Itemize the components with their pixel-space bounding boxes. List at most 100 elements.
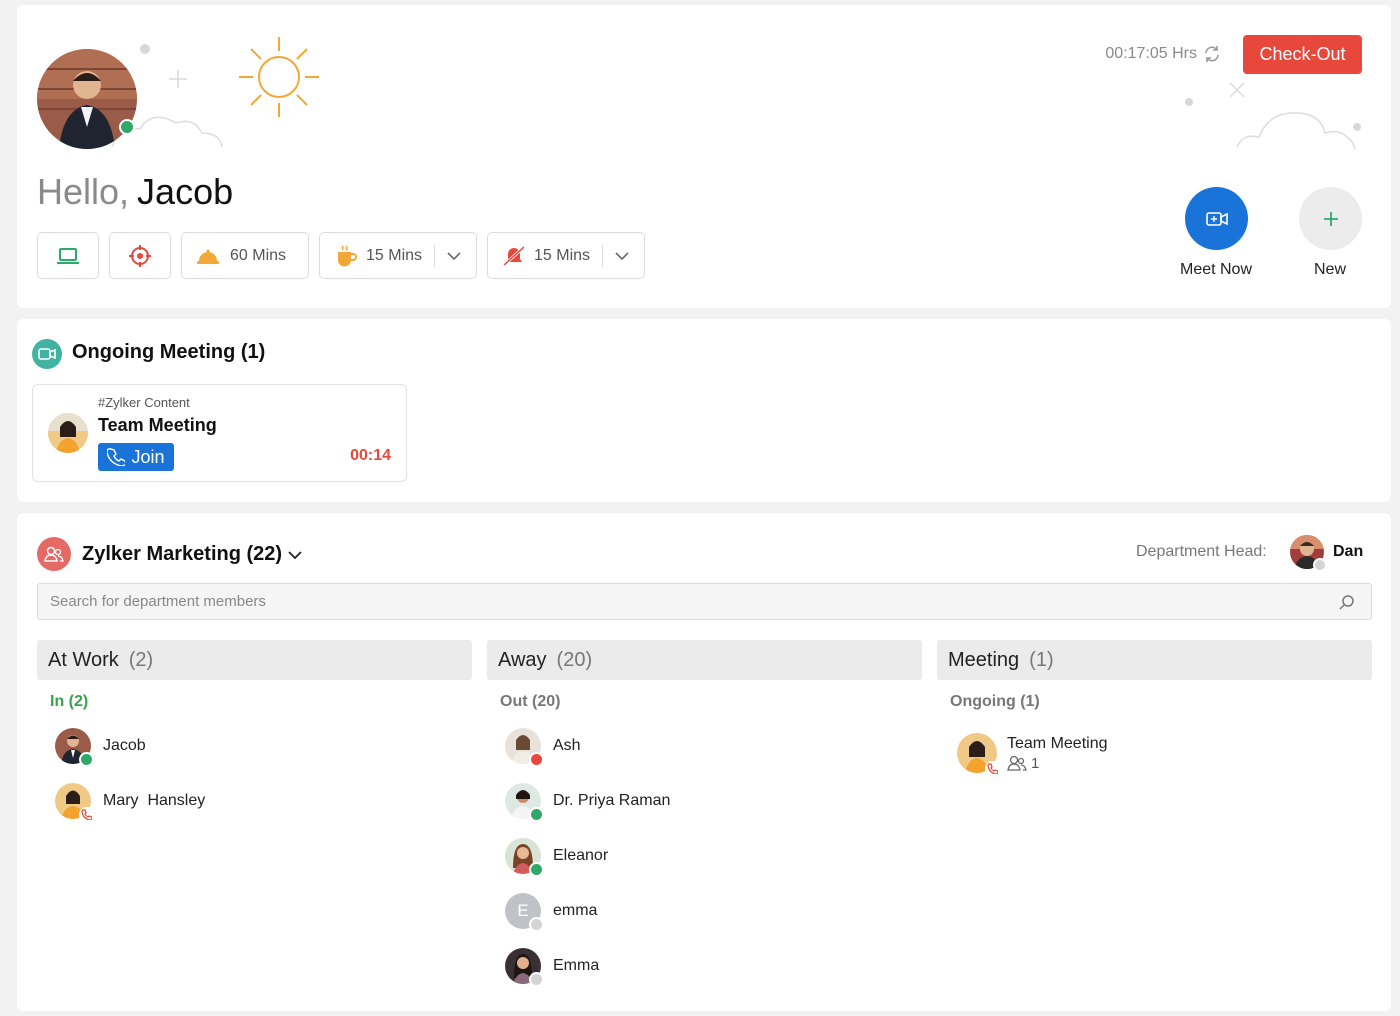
meeting-list-item[interactable]: Team Meeting 1 — [957, 733, 1108, 776]
dnd-duration: 15 Mins — [534, 246, 591, 264]
online-status-dot — [529, 862, 544, 877]
meeting-item-title: Team Meeting — [1007, 734, 1108, 752]
member-avatar: E — [505, 893, 544, 932]
department-head-name: Dan — [1333, 543, 1364, 560]
search-icon[interactable] — [1339, 594, 1355, 610]
meeting-channel: #Zylker Content — [98, 395, 190, 410]
coffee-icon — [338, 244, 357, 266]
join-button[interactable]: Join — [98, 443, 174, 471]
offline-status-dot — [529, 917, 544, 932]
meeting-column-header: Meeting (1) — [937, 640, 1372, 680]
user-avatar[interactable] — [37, 49, 137, 149]
member-avatar — [55, 728, 94, 767]
member-name: Eleanor — [553, 847, 609, 864]
user-name: Jacob — [137, 171, 234, 212]
participant-count: 1 — [1031, 754, 1040, 772]
member-avatar — [505, 728, 544, 767]
video-camera-icon — [32, 339, 62, 369]
lunch-icon — [197, 249, 219, 264]
new-label: New — [1313, 261, 1346, 278]
chevron-down-icon[interactable] — [447, 251, 461, 261]
member-avatar — [55, 783, 94, 822]
member-item-mary-hansley[interactable]: Mary Hansley — [55, 781, 206, 822]
member-item-eleanor[interactable]: Eleanor — [505, 836, 609, 877]
member-name: Emma — [553, 957, 600, 974]
department-head-label: Department Head: — [1136, 543, 1267, 560]
ongoing-subheader: Ongoing (1) — [950, 693, 1040, 710]
department-section: Zylker Marketing (22) Department Head: D… — [17, 513, 1391, 1011]
laptop-icon — [57, 247, 79, 264]
meet-now-button[interactable] — [1185, 187, 1248, 250]
in-subheader: In (2) — [50, 693, 89, 710]
coffee-break-button[interactable]: 15 Mins — [319, 232, 477, 279]
at-work-column-header: At Work (2) — [37, 640, 472, 680]
greeting: Hello, Jacob — [37, 171, 233, 213]
in-call-status-icon — [985, 761, 1000, 776]
check-out-button[interactable]: Check-Out — [1243, 35, 1362, 74]
phone-icon — [107, 448, 126, 466]
department-title: Zylker Marketing (22) — [82, 543, 283, 565]
member-name: Mary Hansley — [103, 792, 206, 809]
member-name: Dr. Priya Raman — [553, 792, 671, 809]
lunch-break-button[interactable]: 60 Mins — [181, 232, 309, 279]
member-name: Ash — [553, 737, 581, 754]
member-item-emma[interactable]: Emma — [505, 946, 600, 987]
at-work-label: At Work — [48, 648, 119, 671]
away-label: Away — [498, 648, 547, 671]
in-call-status-icon — [79, 807, 94, 822]
location-button[interactable] — [109, 232, 171, 279]
offline-status-dot — [1313, 558, 1327, 572]
meeting-host-avatar — [48, 413, 88, 453]
meeting-avatar — [957, 733, 1000, 776]
refresh-icon[interactable] — [1203, 45, 1221, 63]
chevron-down-icon — [288, 550, 302, 559]
work-timer: 00:17:05 Hrs — [1105, 45, 1221, 63]
department-head-avatar[interactable] — [1290, 535, 1327, 572]
member-avatar — [505, 783, 544, 822]
lunch-duration: 60 Mins — [230, 246, 287, 264]
meeting-title: Team Meeting — [98, 415, 217, 435]
member-item-dr-priya-raman[interactable]: Dr. Priya Raman — [505, 781, 671, 822]
new-button[interactable] — [1299, 187, 1362, 250]
out-subheader: Out (20) — [500, 693, 561, 710]
away-count: (20) — [556, 648, 593, 671]
profile-card: Hello, Jacob 60 Mins 15 Mins 15 Mins 00:1… — [17, 5, 1391, 308]
away-column-header: Away (20) — [487, 640, 922, 680]
target-icon — [129, 244, 151, 267]
plus-icon — [1323, 211, 1338, 226]
at-work-count: (2) — [128, 648, 154, 671]
department-icon — [37, 537, 71, 571]
meeting-card[interactable]: #Zylker Content Team Meeting Join 00:14 — [32, 384, 407, 482]
weather-decoration — [111, 37, 1361, 150]
coffee-duration: 15 Mins — [366, 246, 423, 264]
meeting-label: Meeting — [948, 648, 1020, 671]
chevron-down-icon[interactable] — [615, 251, 629, 261]
work-mode-button[interactable] — [37, 232, 99, 279]
do-not-disturb-button[interactable]: 15 Mins — [487, 232, 645, 279]
meet-now-label: Meet Now — [1179, 261, 1253, 278]
member-item-jacob[interactable]: Jacob — [55, 726, 146, 767]
member-search-input[interactable] — [38, 584, 1371, 619]
department-selector[interactable]: Zylker Marketing (22) — [82, 543, 302, 566]
ongoing-meeting-title: Ongoing Meeting (1) — [72, 341, 266, 363]
online-status-dot — [119, 119, 135, 135]
greeting-text: Hello, — [37, 171, 130, 212]
meeting-elapsed-time: 00:14 — [350, 447, 391, 464]
member-item-ash[interactable]: Ash — [505, 726, 581, 767]
do-not-disturb-icon — [502, 245, 526, 266]
member-item-emma-lowercase[interactable]: E emma — [505, 891, 598, 932]
participants-icon — [1007, 755, 1027, 771]
member-name: Jacob — [103, 737, 146, 754]
timer-value: 00:17:05 Hrs — [1105, 45, 1197, 62]
meeting-count: (1) — [1029, 648, 1054, 671]
busy-status-dot — [529, 752, 544, 767]
member-avatar — [505, 948, 544, 987]
ongoing-meeting-section: Ongoing Meeting (1) #Zylker Content Team… — [17, 319, 1391, 502]
member-search[interactable] — [37, 583, 1372, 620]
online-status-dot — [79, 752, 94, 767]
online-status-dot — [529, 807, 544, 822]
video-camera-icon — [1205, 211, 1228, 226]
join-label: Join — [131, 446, 165, 467]
member-name: emma — [553, 902, 598, 919]
offline-status-dot — [529, 972, 544, 987]
